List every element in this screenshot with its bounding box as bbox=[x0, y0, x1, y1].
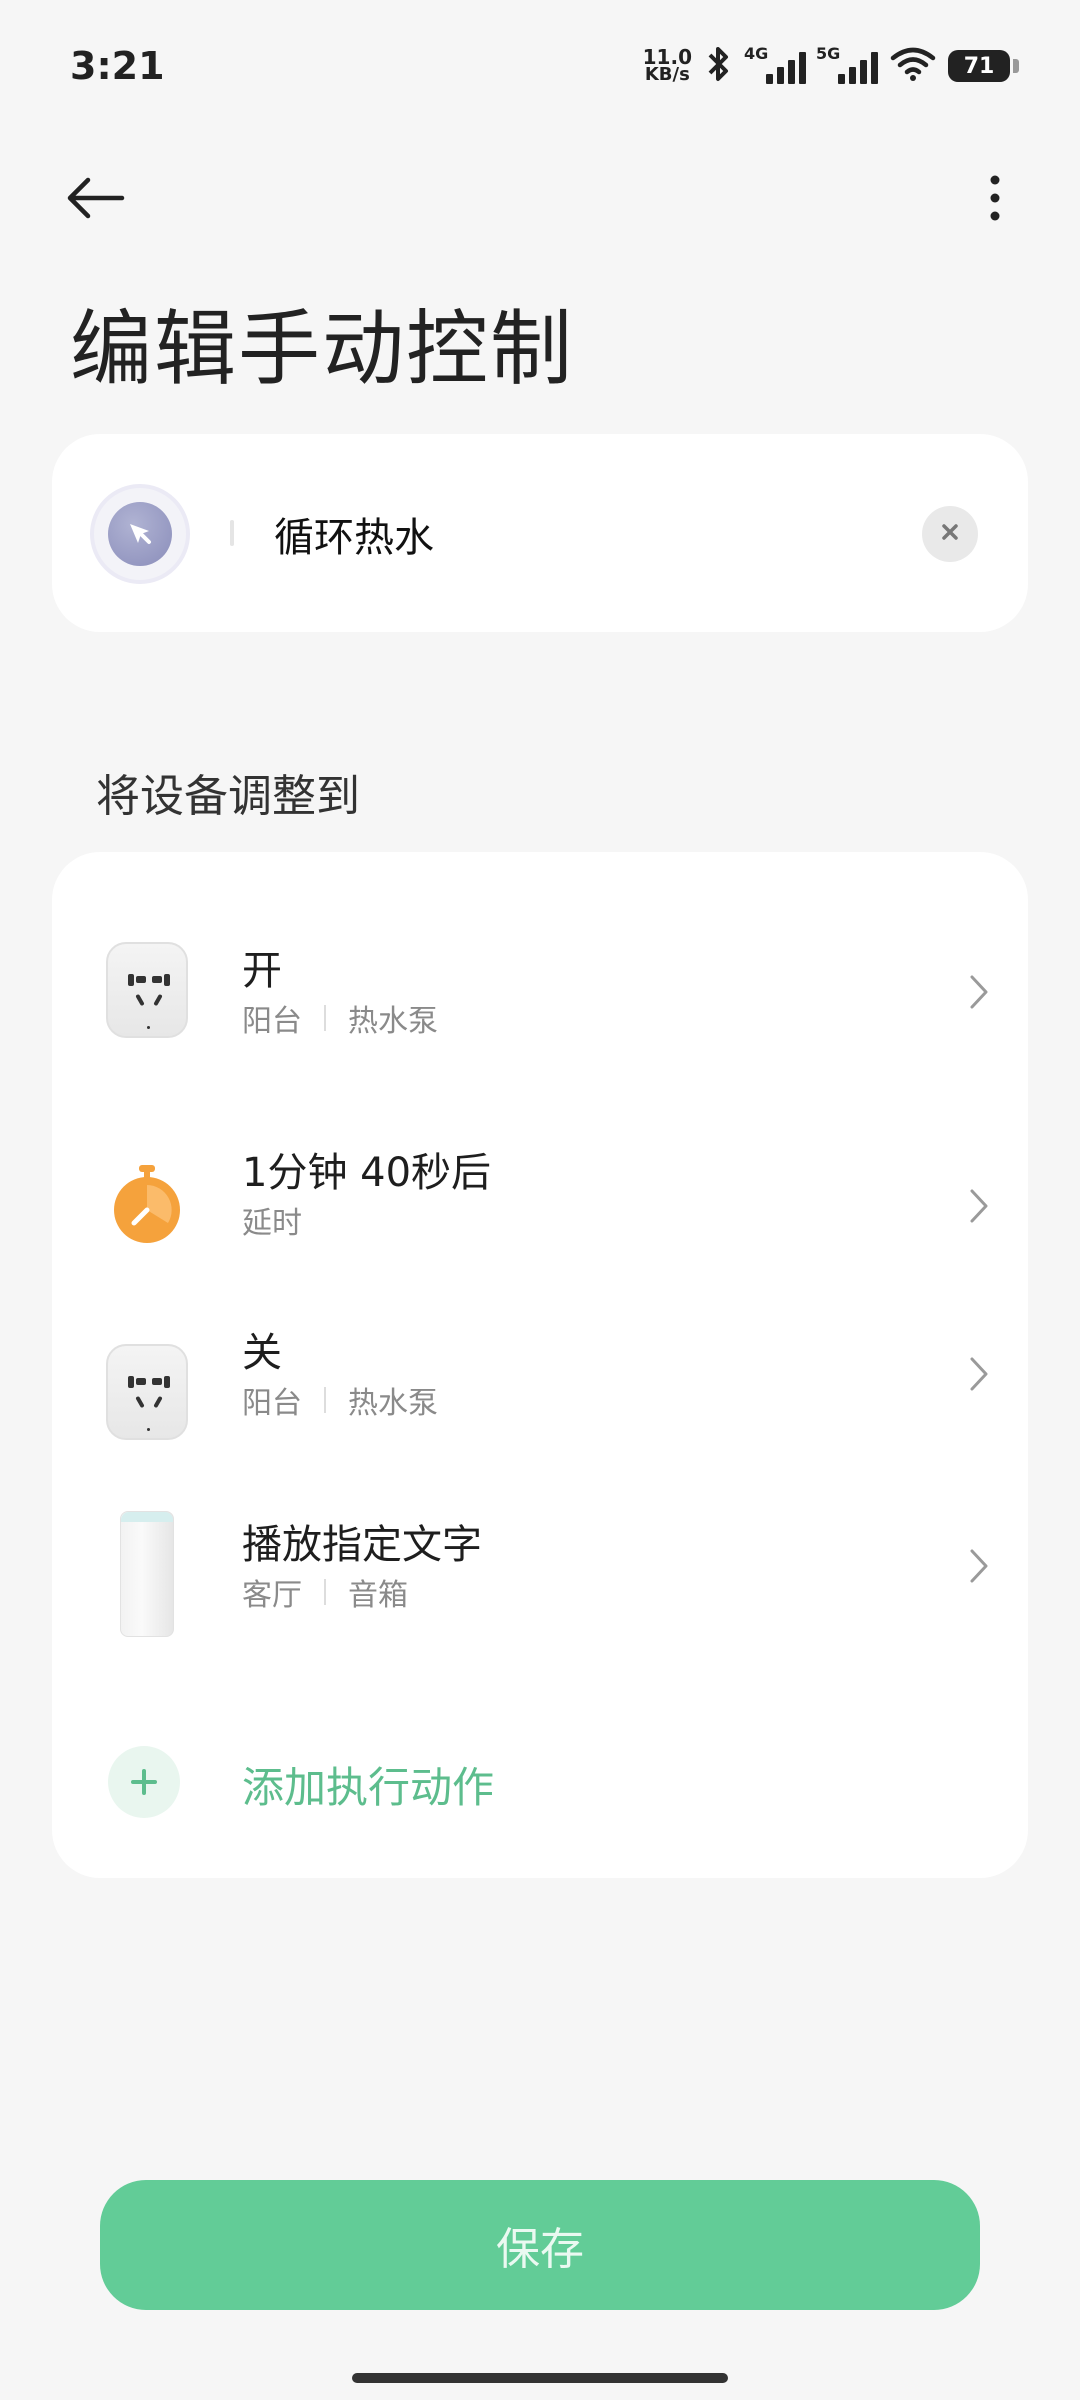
action-room: 阳台 bbox=[242, 1386, 302, 1421]
action-item[interactable]: 播放指定文字 客厅 音箱 bbox=[52, 1511, 1028, 1662]
close-icon bbox=[940, 522, 960, 546]
back-button[interactable] bbox=[62, 160, 152, 240]
action-title: 开 bbox=[242, 948, 282, 994]
status-icons: 11.0 KB/s 4G 5G 71 bbox=[643, 44, 1019, 88]
battery-icon: 71 bbox=[948, 50, 1019, 82]
action-subtitle: 客厅 音箱 bbox=[242, 1570, 408, 1614]
action-title: 播放指定文字 bbox=[242, 1522, 482, 1568]
separator bbox=[324, 1579, 326, 1605]
separator bbox=[324, 1005, 326, 1031]
plus-icon bbox=[108, 1746, 180, 1818]
arrow-left-icon bbox=[62, 174, 126, 226]
action-title: 关 bbox=[242, 1330, 282, 1376]
add-action-label: 添加执行动作 bbox=[242, 1763, 495, 1812]
action-subtitle: 阳台 热水泵 bbox=[242, 996, 438, 1040]
pointer-click-icon bbox=[108, 502, 172, 566]
status-bar: 3:21 11.0 KB/s 4G 5G 71 bbox=[0, 0, 1080, 140]
separator bbox=[324, 1387, 326, 1413]
more-options-button[interactable] bbox=[960, 160, 1030, 240]
add-action-button[interactable]: 添加执行动作 bbox=[52, 1722, 1028, 1842]
more-vertical-icon bbox=[989, 174, 1001, 226]
chevron-right-icon bbox=[964, 1186, 994, 1226]
signal-icon-2: 5G bbox=[816, 44, 878, 84]
action-item[interactable]: 开 阳台 热水泵 bbox=[52, 918, 1028, 1068]
chevron-right-icon bbox=[964, 1546, 994, 1586]
bluetooth-icon bbox=[704, 44, 734, 88]
action-sub-text: 延时 bbox=[242, 1206, 302, 1241]
timer-icon bbox=[104, 1154, 190, 1254]
save-button[interactable]: 保存 bbox=[100, 2180, 980, 2310]
scene-icon-button[interactable] bbox=[90, 484, 190, 584]
action-subtitle: 延时 bbox=[242, 1198, 302, 1242]
battery-level: 71 bbox=[963, 53, 995, 79]
net-speed-unit: KB/s bbox=[644, 64, 690, 85]
page-title: 编辑手动控制 bbox=[70, 302, 575, 397]
action-device: 热水泵 bbox=[348, 1386, 438, 1421]
wifi-icon bbox=[890, 46, 936, 86]
signal-icon: 4G bbox=[744, 44, 806, 84]
net-speed: 11.0 KB/s bbox=[643, 47, 692, 85]
smart-plug-icon bbox=[104, 1342, 190, 1442]
action-item[interactable]: 1分钟 40秒后 延时 bbox=[52, 1132, 1028, 1282]
scene-name-input[interactable] bbox=[274, 494, 834, 574]
net2-label: 5G bbox=[816, 44, 841, 63]
action-device: 音箱 bbox=[348, 1578, 408, 1613]
net1-label: 4G bbox=[744, 44, 769, 63]
clear-button[interactable] bbox=[922, 506, 978, 562]
action-room: 客厅 bbox=[242, 1578, 302, 1613]
scene-name-card bbox=[52, 434, 1028, 632]
actions-card: 开 阳台 热水泵 1分钟 40秒后 延时 关 阳台 热水泵 播放指定文字 客厅 … bbox=[52, 852, 1028, 1878]
chevron-right-icon bbox=[964, 1354, 994, 1394]
action-title: 1分钟 40秒后 bbox=[242, 1150, 492, 1196]
chevron-right-icon bbox=[964, 972, 994, 1012]
section-label: 将设备调整到 bbox=[96, 771, 360, 822]
status-time: 3:21 bbox=[70, 44, 165, 88]
name-divider bbox=[230, 520, 234, 546]
smart-plug-icon bbox=[104, 940, 190, 1040]
action-subtitle: 阳台 热水泵 bbox=[242, 1378, 438, 1422]
action-device: 热水泵 bbox=[348, 1004, 438, 1039]
action-room: 阳台 bbox=[242, 1004, 302, 1039]
home-indicator[interactable] bbox=[352, 2373, 728, 2383]
speaker-icon bbox=[104, 1511, 190, 1637]
action-item[interactable]: 关 阳台 热水泵 bbox=[52, 1320, 1028, 1470]
